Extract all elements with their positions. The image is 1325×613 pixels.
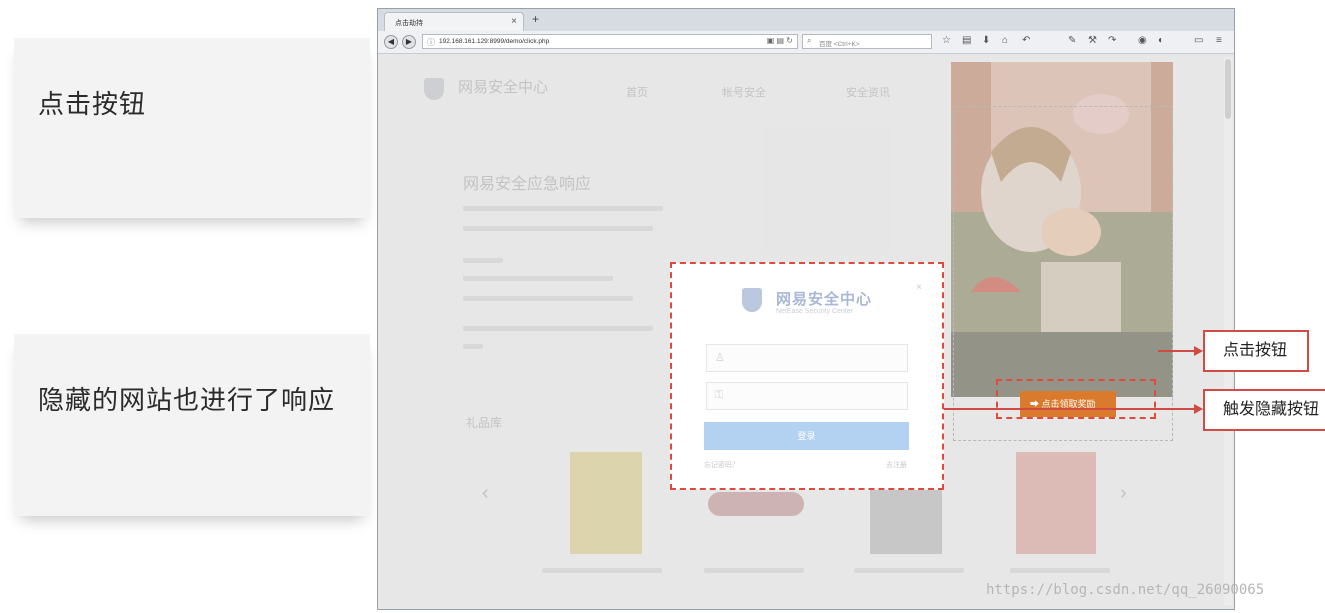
- slide-card-hidden-response: 隐藏的网站也进行了响应: [14, 334, 370, 516]
- menu-icon[interactable]: ≡: [1216, 35, 1222, 46]
- callout-click-button: 点击按钮: [1203, 330, 1309, 372]
- slide-card-text: 点击按钮: [38, 89, 147, 119]
- star-icon[interactable]: ☆: [942, 35, 951, 46]
- redo-icon[interactable]: ↷: [1108, 35, 1116, 46]
- hidden-click-button[interactable]: ➡ 点击领取奖励: [1020, 391, 1116, 417]
- search-icon: ⌕: [807, 36, 812, 45]
- tools-icon[interactable]: ⚒: [1088, 35, 1097, 46]
- register-link[interactable]: 去注册: [886, 460, 907, 470]
- sidebar-icon[interactable]: ▭: [1194, 35, 1203, 46]
- callout-trigger-hidden: 触发隐藏按钮: [1203, 389, 1325, 431]
- arrowhead-icon: [1194, 346, 1203, 356]
- new-tab-icon[interactable]: +: [532, 12, 539, 26]
- password-field[interactable]: ⚿: [706, 382, 908, 410]
- scrollbar-thumb[interactable]: [1225, 59, 1231, 119]
- search-input[interactable]: ⌕ 百度 <Ctrl+K>: [802, 34, 932, 49]
- back-icon[interactable]: ◀: [384, 35, 398, 49]
- address-bar[interactable]: ⓘ 192.168.161.129:8999/demo/click.php ▣ …: [422, 34, 798, 49]
- reload-icon[interactable]: ▣ ▤ ↻: [767, 36, 793, 45]
- username-field[interactable]: ♙: [706, 344, 908, 372]
- tab-bar: 点击劫持 × +: [378, 9, 1234, 31]
- browser-window: 点击劫持 × + ◀ ▶ ⓘ 192.168.161.129:8999/demo…: [377, 8, 1235, 610]
- tab-title: 点击劫持: [395, 20, 423, 27]
- home-icon[interactable]: ⌂: [1002, 35, 1008, 46]
- forgot-password-link[interactable]: 忘记密码？: [704, 460, 739, 470]
- extension-icon[interactable]: ✎: [1068, 35, 1076, 46]
- dialog-title: 网易安全中心: [776, 291, 873, 308]
- navigation-bar: ◀ ▶ ⓘ 192.168.161.129:8999/demo/click.ph…: [378, 31, 1234, 54]
- page-content: 网易安全中心 首页 帐号安全 安全资讯 网易安全应急响应 礼品库 ‹ › × 网…: [378, 54, 1234, 609]
- url-text: 192.168.161.129:8999/demo/click.php: [439, 38, 550, 45]
- dialog-subtitle: NetEase Security Center: [776, 308, 854, 315]
- shield-icon: [742, 288, 762, 312]
- addon-icon[interactable]: ◉: [1138, 35, 1147, 46]
- undo-icon[interactable]: ↶: [1022, 35, 1030, 46]
- close-icon[interactable]: ×: [916, 282, 922, 293]
- slide-card-click: 点击按钮: [14, 38, 370, 218]
- callout-arrow: [1158, 350, 1194, 352]
- watermark-text: https://blog.csdn.net/qq_26090065: [986, 582, 1265, 598]
- login-dialog: × 网易安全中心 NetEase Security Center ♙ ⚿ 登录 …: [670, 262, 944, 490]
- forward-icon[interactable]: ▶: [402, 35, 416, 49]
- library-icon[interactable]: ▤: [962, 35, 971, 46]
- lock-icon: ⚿: [715, 389, 724, 401]
- info-icon: ⓘ: [427, 38, 435, 47]
- search-placeholder: 百度 <Ctrl+K>: [819, 41, 860, 48]
- login-button[interactable]: 登录: [704, 422, 909, 450]
- arrowhead-icon: [1194, 404, 1203, 414]
- user-icon: ♙: [715, 352, 725, 364]
- slide-card-text: 隐藏的网站也进行了响应: [38, 385, 336, 415]
- callout-arrow: [944, 408, 1194, 410]
- profile-icon[interactable]: ◐: [1158, 35, 1164, 46]
- tab-clickjacking[interactable]: 点击劫持 ×: [384, 12, 524, 31]
- download-icon[interactable]: ⬇: [982, 35, 990, 46]
- close-icon[interactable]: ×: [511, 16, 517, 27]
